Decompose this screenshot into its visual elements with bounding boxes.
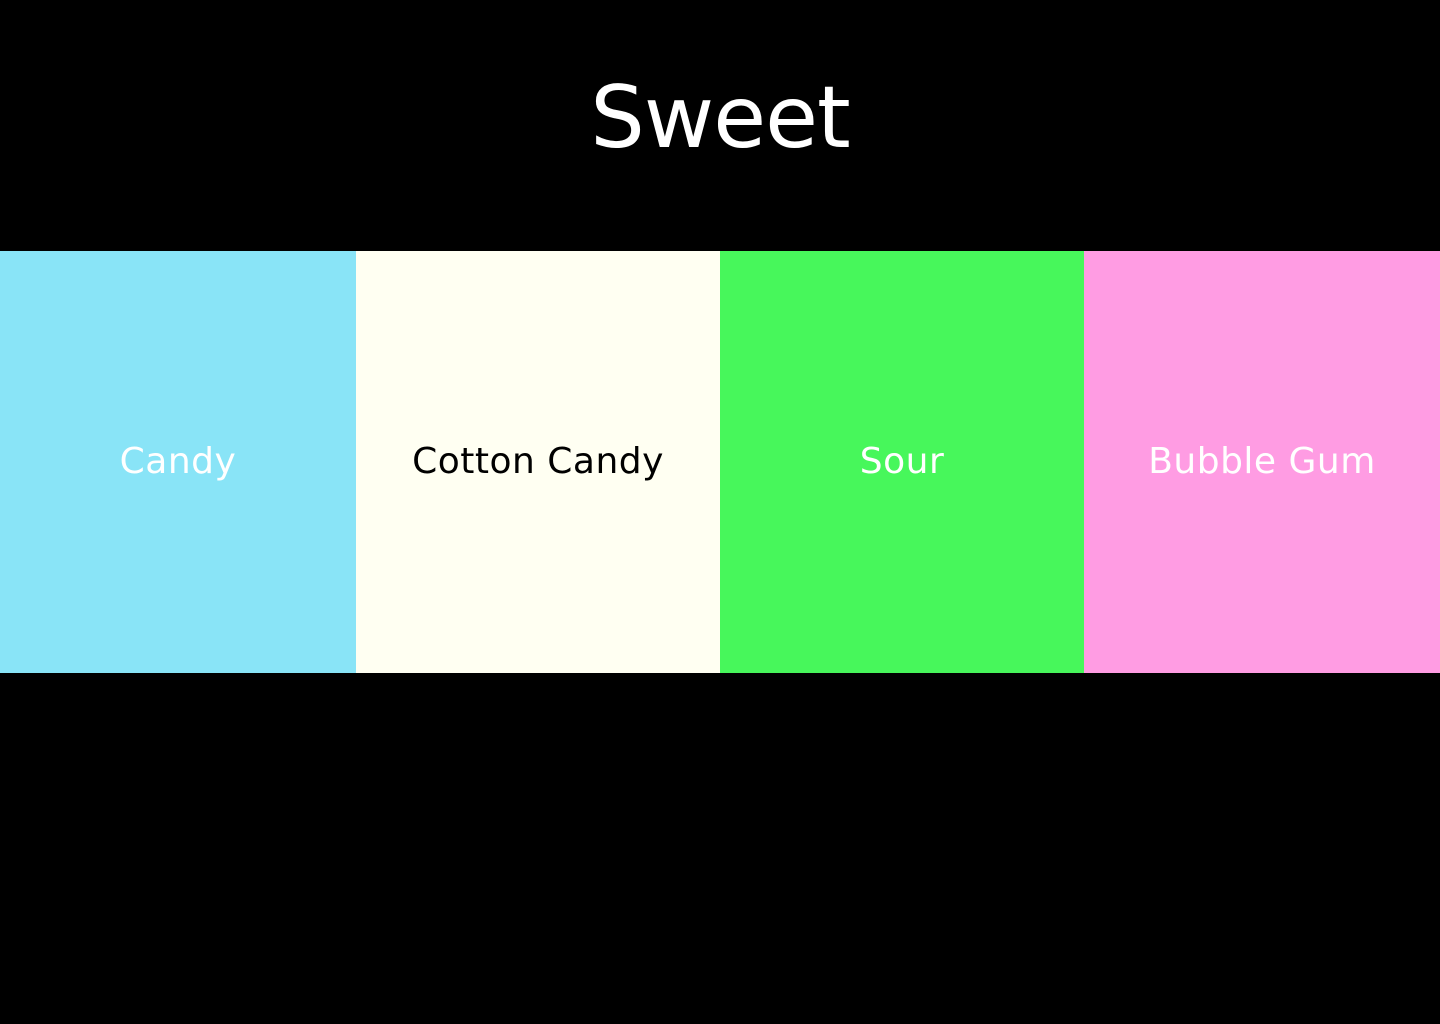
swatch-candy[interactable]: Candy	[0, 251, 356, 673]
swatch-sour[interactable]: Sour	[720, 251, 1084, 673]
header: Sweet	[0, 0, 1440, 251]
swatch-label: Cotton Candy	[412, 441, 664, 482]
swatch-row: Candy Cotton Candy Sour Bubble Gum	[0, 251, 1440, 673]
swatch-label: Sour	[859, 441, 945, 482]
palette-page: Sweet Candy Cotton Candy Sour Bubble Gum	[0, 0, 1440, 1024]
swatch-cotton-candy[interactable]: Cotton Candy	[356, 251, 720, 673]
swatch-label: Bubble Gum	[1148, 441, 1376, 482]
swatch-label: Candy	[119, 441, 237, 482]
page-title: Sweet	[590, 68, 850, 168]
swatch-bubble-gum[interactable]: Bubble Gum	[1084, 251, 1440, 673]
